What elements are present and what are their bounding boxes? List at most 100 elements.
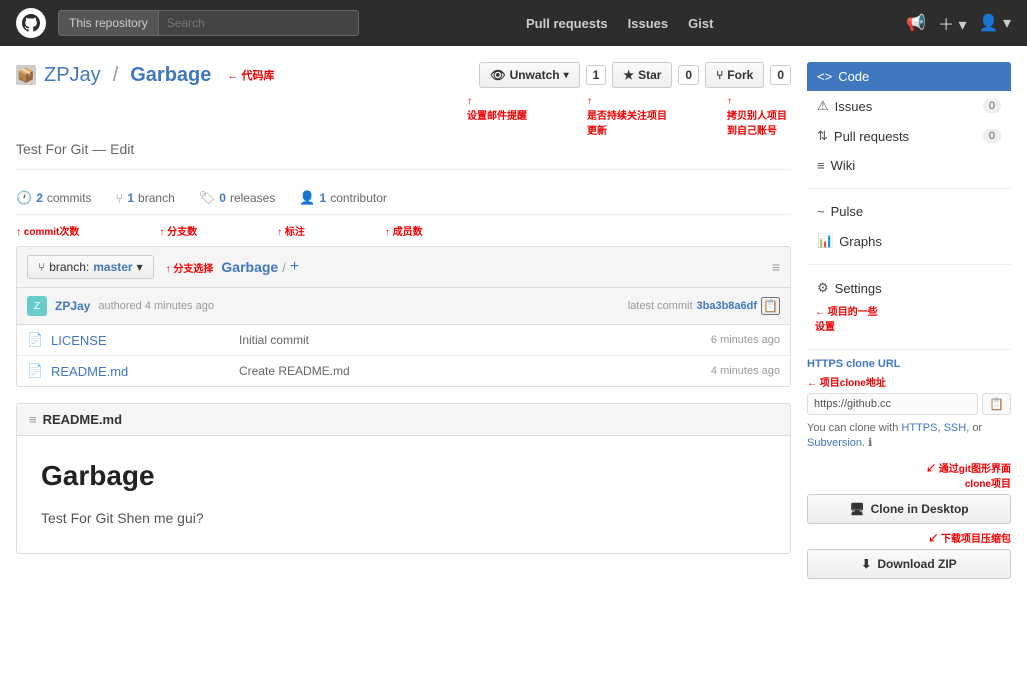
commit-hash-link[interactable]: 3ba3b8a6df	[697, 300, 758, 312]
annotation-members-label: ↑ 成员数	[385, 223, 423, 238]
releases-stat: 🏷 0 releases	[199, 190, 276, 206]
https-link[interactable]: HTTPS	[901, 422, 937, 434]
star-button[interactable]: ★ Star	[612, 62, 672, 88]
sidebar-divider	[807, 188, 1011, 189]
topnav-icon-area: 📢 ＋ ▾ 👤 ▾	[906, 11, 1011, 35]
readme-icon: ≡	[29, 412, 37, 427]
sidebar-code-label: Code	[838, 69, 869, 84]
clone-divider	[807, 349, 1011, 350]
sidebar-pr-label: Pull requests	[834, 129, 909, 144]
repo-description: Test For Git — Edit	[16, 141, 791, 170]
star-count: 0	[678, 65, 699, 85]
annotation-commits-label: ↑ commit次数	[16, 223, 79, 238]
pull-requests-link[interactable]: Pull requests	[526, 16, 608, 31]
clone-url-input[interactable]	[807, 393, 978, 415]
commit-hash-area: latest commit 3ba3b8a6df 📋	[628, 297, 780, 315]
sidebar-wiki-label: Wiki	[831, 158, 856, 173]
stats-annotations: ↑ commit次数 ↑ 分支数 ↑ 标注 ↑ 成员数	[16, 223, 791, 238]
issues-link[interactable]: Issues	[628, 16, 668, 31]
gist-link[interactable]: Gist	[688, 16, 713, 31]
annotation-fork: ↑拷贝别人项目到自己账号	[727, 96, 787, 137]
file-readme-link[interactable]: README.md	[51, 364, 231, 379]
stats-bar: 🕐 2 commits ⑂ 1 branch 🏷 0 releases 👤 1 …	[16, 182, 791, 215]
sidebar-pulse-label: Pulse	[831, 204, 864, 219]
search-input[interactable]	[159, 10, 359, 36]
file-row: 📄 README.md Create README.md 4 minutes a…	[17, 356, 790, 386]
main-wrapper: 📦 ZPJay / Garbage ← 代码库 👁 Unwatch ▾ 1 ★ …	[0, 46, 1027, 595]
pr-badge: 0	[983, 129, 1001, 143]
branch-name: master	[93, 260, 132, 274]
top-navigation: This repository Pull requests Issues Gis…	[0, 0, 1027, 46]
sidebar-item-code[interactable]: <> Code	[807, 62, 1011, 91]
contributors-stat: 👤 1 contributor	[299, 190, 387, 206]
people-icon: 👤	[299, 190, 315, 206]
readme-text: Test For Git Shen me gui?	[41, 508, 766, 529]
user-menu-button[interactable]: 👤 ▾	[979, 13, 1011, 33]
clone-label: HTTPS clone URL	[807, 358, 1011, 370]
subversion-link[interactable]: Subversion	[807, 437, 862, 449]
add-file-link[interactable]: +	[290, 258, 299, 276]
branches-link[interactable]: 1	[127, 191, 134, 205]
releases-link[interactable]: 0	[219, 191, 226, 205]
repo-name-link[interactable]: Garbage	[130, 64, 211, 87]
latest-commit-label: latest commit	[628, 300, 693, 312]
sidebar: <> Code ⚠ Issues 0 ⇅ Pull requests 0 ≡ W…	[807, 46, 1027, 595]
clone-url-row: 📋	[807, 393, 1011, 415]
sidebar-item-wiki[interactable]: ≡ Wiki	[807, 151, 1011, 180]
tag-icon: 🏷	[199, 190, 216, 206]
annotation-tags-label: ↑ 标注	[277, 223, 305, 238]
sidebar-nav: <> Code ⚠ Issues 0 ⇅ Pull requests 0 ≡ W…	[807, 62, 1011, 333]
github-logo[interactable]	[16, 8, 46, 38]
sidebar-divider-2	[807, 264, 1011, 265]
readme-section: ≡ README.md Garbage Test For Git Shen me…	[16, 403, 791, 554]
copy-hash-button[interactable]: 📋	[761, 297, 780, 315]
file-icon: 📄	[27, 363, 43, 379]
branch-icon-small: ⑂	[38, 260, 45, 274]
file-readme-message: Create README.md	[239, 364, 703, 378]
root-path-link[interactable]: Garbage	[221, 259, 278, 275]
unwatch-button[interactable]: 👁 Unwatch ▾	[479, 62, 579, 88]
sidebar-item-pullrequests[interactable]: ⇅ Pull requests 0	[807, 121, 1011, 151]
file-readme-time: 4 minutes ago	[711, 365, 780, 377]
sidebar-item-graphs[interactable]: 📊 Graphs	[807, 226, 1011, 256]
search-area: This repository	[58, 10, 498, 36]
annotation-settings: ← 项目的一些设置	[807, 303, 1011, 333]
file-license-message: Initial commit	[239, 333, 703, 347]
ssh-link[interactable]: SSH	[944, 422, 967, 434]
fork-button[interactable]: ⑂ Fork	[705, 62, 764, 88]
fork-count: 0	[770, 65, 791, 85]
wiki-icon: ≡	[817, 158, 825, 173]
contributors-link[interactable]: 1	[320, 191, 327, 205]
repo-slash: /	[113, 64, 119, 87]
branch-selector[interactable]: ⑂ branch: master ▾	[27, 255, 154, 279]
branch-label: branch:	[49, 260, 89, 274]
clone-desktop-button[interactable]: 🖥 Clone in Desktop	[807, 494, 1011, 524]
sidebar-item-issues[interactable]: ⚠ Issues 0	[807, 91, 1011, 121]
new-path-area: Garbage / +	[221, 258, 299, 276]
issues-icon: ⚠	[817, 98, 829, 114]
annotation-star: ↑是否持续关注项目更新	[587, 96, 667, 137]
fork-icon: ⑂	[716, 68, 723, 82]
pullreq-icon: ⇅	[817, 128, 828, 144]
readme-h1: Garbage	[41, 460, 766, 492]
pulse-icon: ~	[817, 204, 825, 219]
star-icon: ★	[623, 68, 634, 82]
annotation-repo: ← 代码库	[227, 67, 274, 83]
repo-header: 📦 ZPJay / Garbage ← 代码库 👁 Unwatch ▾ 1 ★ …	[16, 62, 791, 88]
sidebar-item-settings[interactable]: ⚙ Settings	[807, 273, 1011, 303]
file-license-link[interactable]: LICENSE	[51, 333, 231, 348]
sidebar-item-pulse[interactable]: ~ Pulse	[807, 197, 1011, 226]
notifications-button[interactable]: 📢	[906, 13, 926, 33]
commits-link[interactable]: 2	[36, 191, 43, 205]
repo-owner-link[interactable]: ZPJay	[44, 64, 101, 87]
commit-author-link[interactable]: ZPJay	[55, 299, 90, 313]
list-view-button[interactable]: ≡	[772, 259, 780, 275]
file-row: 📄 LICENSE Initial commit 6 minutes ago	[17, 325, 790, 356]
graphs-icon: 📊	[817, 233, 833, 249]
clone-copy-button[interactable]: 📋	[982, 393, 1011, 415]
branches-stat: ⑂ 1 branch	[116, 191, 175, 206]
add-button[interactable]: ＋ ▾	[938, 11, 966, 35]
unwatch-count: 1	[586, 65, 607, 85]
download-zip-button[interactable]: ⬇ Download ZIP	[807, 549, 1011, 579]
repo-icon: 📦	[16, 65, 36, 85]
